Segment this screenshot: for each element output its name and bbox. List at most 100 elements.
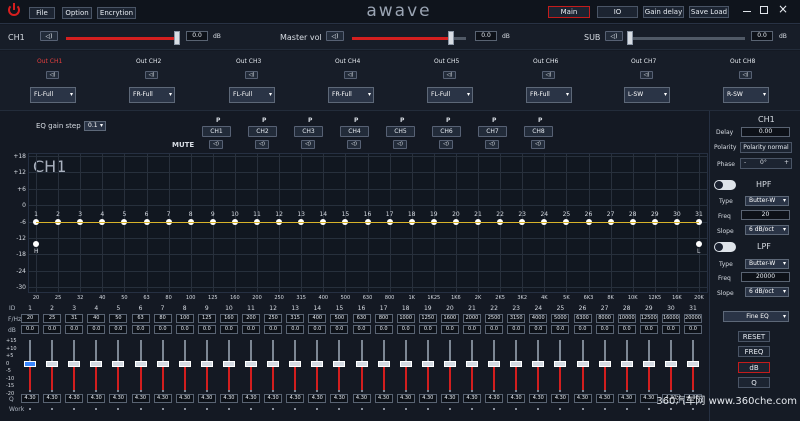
tab-gain-delay[interactable]: Gain delay [643,6,684,18]
band-frequency-input[interactable]: 1600 [440,314,459,323]
sub-volume-slider[interactable] [633,37,745,40]
band-frequency-input[interactable]: 200 [242,314,260,323]
band-slider-thumb[interactable] [156,361,169,367]
minimize-icon[interactable] [743,11,751,12]
band-frequency-input[interactable]: 12500 [639,314,658,323]
band-frequency-input[interactable]: 20000 [684,314,702,323]
out-source-select[interactable]: FR-Full [328,87,374,103]
band-slider-thumb[interactable] [664,361,677,367]
band-slider-thumb[interactable] [355,361,368,367]
option-menu[interactable]: Option [62,7,92,19]
band-gain-input[interactable]: 0.0 [219,325,238,334]
channel-button[interactable]: CH1 [202,126,231,137]
master-speaker-icon[interactable]: ◁) [326,31,344,41]
band-slider-thumb[interactable] [134,361,147,367]
eq-mode-select[interactable]: Fine EQ [723,311,789,322]
out-mute-icon[interactable]: ◁) [46,71,59,79]
out-mute-icon[interactable]: ◁) [640,71,653,79]
band-q-input[interactable]: 4.30 [440,394,459,403]
sub-speaker-icon[interactable]: ◁) [605,31,623,41]
band-frequency-input[interactable]: 2500 [485,314,504,323]
band-frequency-input[interactable]: 800 [374,314,393,323]
channel-mute-icon[interactable]: ◁) [255,140,269,149]
db-button[interactable]: dB [738,362,770,373]
out-mute-icon[interactable]: ◁) [245,71,258,79]
hpf-marker[interactable] [33,241,39,247]
band-q-input[interactable]: 4.30 [87,394,106,403]
encryption-menu[interactable]: Encrytion [97,7,136,19]
band-gain-input[interactable]: 0.0 [153,325,172,334]
band-q-input[interactable]: 4.30 [374,394,393,403]
band-gain-input[interactable]: 0.0 [529,325,548,334]
band-frequency-input[interactable]: 25 [43,314,62,323]
band-slider-thumb[interactable] [443,361,456,367]
band-slider-thumb[interactable] [466,361,478,367]
band-gain-input[interactable]: 0.0 [396,325,415,334]
band-slider-thumb[interactable] [399,361,412,367]
hpf-freq-value[interactable]: 20 [741,210,790,220]
band-gain-input[interactable]: 0.0 [87,325,106,334]
band-frequency-input[interactable]: 31 [65,314,84,323]
band-slider-thumb[interactable] [532,361,545,367]
band-q-input[interactable]: 4.30 [175,394,194,403]
band-frequency-input[interactable]: 50 [109,314,128,323]
band-q-input[interactable]: 4.30 [551,394,570,403]
channel-mute-icon[interactable]: ◁) [347,140,361,149]
band-frequency-input[interactable]: 315 [286,314,305,323]
band-slider-thumb[interactable] [421,361,434,367]
band-frequency-input[interactable]: 500 [330,314,349,323]
lpf-slope-select[interactable]: 6 dB/oct [745,287,789,297]
delay-value[interactable]: 0.00 [741,127,790,137]
band-frequency-input[interactable]: 20 [21,314,39,323]
band-slider-thumb[interactable] [510,361,523,367]
lpf-freq-value[interactable]: 20000 [741,272,790,282]
band-frequency-input[interactable]: 16000 [661,314,680,323]
band-gain-input[interactable]: 0.0 [43,325,62,334]
eq-gain-step-select[interactable]: 0.1 [84,121,106,131]
tab-save-load[interactable]: Save Load [689,6,729,18]
band-slider-thumb[interactable] [554,361,567,367]
band-gain-input[interactable]: 0.0 [463,325,481,334]
band-slider-thumb[interactable] [598,361,611,367]
out-mute-icon[interactable]: ◁) [145,71,158,79]
band-slider-thumb[interactable] [90,361,103,367]
band-q-input[interactable]: 4.30 [131,394,150,403]
phase-minus-icon[interactable]: - [744,159,746,166]
band-q-input[interactable]: 4.30 [463,394,481,403]
band-frequency-input[interactable]: 40 [87,314,106,323]
channel-button[interactable]: CH7 [478,126,507,137]
band-gain-input[interactable]: 0.0 [684,325,702,334]
reset-button[interactable]: RESET [738,331,770,342]
band-gain-input[interactable]: 0.0 [109,325,128,334]
channel-mute-icon[interactable]: ◁) [393,140,407,149]
band-q-input[interactable]: 4.30 [219,394,238,403]
band-frequency-input[interactable]: 630 [352,314,371,323]
band-frequency-input[interactable]: 80 [153,314,172,323]
band-gain-input[interactable]: 0.0 [595,325,614,334]
master-volume-value[interactable]: 0.0 [475,31,497,41]
ch-volume-value[interactable]: 0.0 [186,31,208,41]
band-gain-input[interactable]: 0.0 [308,325,327,334]
channel-button[interactable]: CH6 [432,126,461,137]
band-slider-thumb[interactable] [687,361,699,367]
out-source-select[interactable]: FL-Full [30,87,76,103]
band-gain-input[interactable]: 0.0 [330,325,349,334]
band-frequency-input[interactable]: 8000 [595,314,614,323]
band-frequency-input[interactable]: 250 [264,314,283,323]
sub-volume-thumb[interactable] [627,31,633,45]
band-gain-input[interactable]: 0.0 [573,325,592,334]
band-gain-input[interactable]: 0.0 [21,325,39,334]
band-gain-input[interactable]: 0.0 [197,325,216,334]
band-gain-input[interactable]: 0.0 [418,325,437,334]
band-q-input[interactable]: 4.30 [529,394,548,403]
band-gain-input[interactable]: 0.0 [65,325,84,334]
band-frequency-input[interactable]: 5000 [551,314,570,323]
band-slider-thumb[interactable] [267,361,280,367]
band-q-input[interactable]: 4.30 [21,394,39,403]
lpf-type-select[interactable]: Butter-W [745,259,789,269]
master-volume-thumb[interactable] [448,31,454,45]
band-q-input[interactable]: 4.30 [418,394,437,403]
band-slider-thumb[interactable] [642,361,655,367]
band-slider-thumb[interactable] [222,361,235,367]
band-gain-input[interactable]: 0.0 [661,325,680,334]
